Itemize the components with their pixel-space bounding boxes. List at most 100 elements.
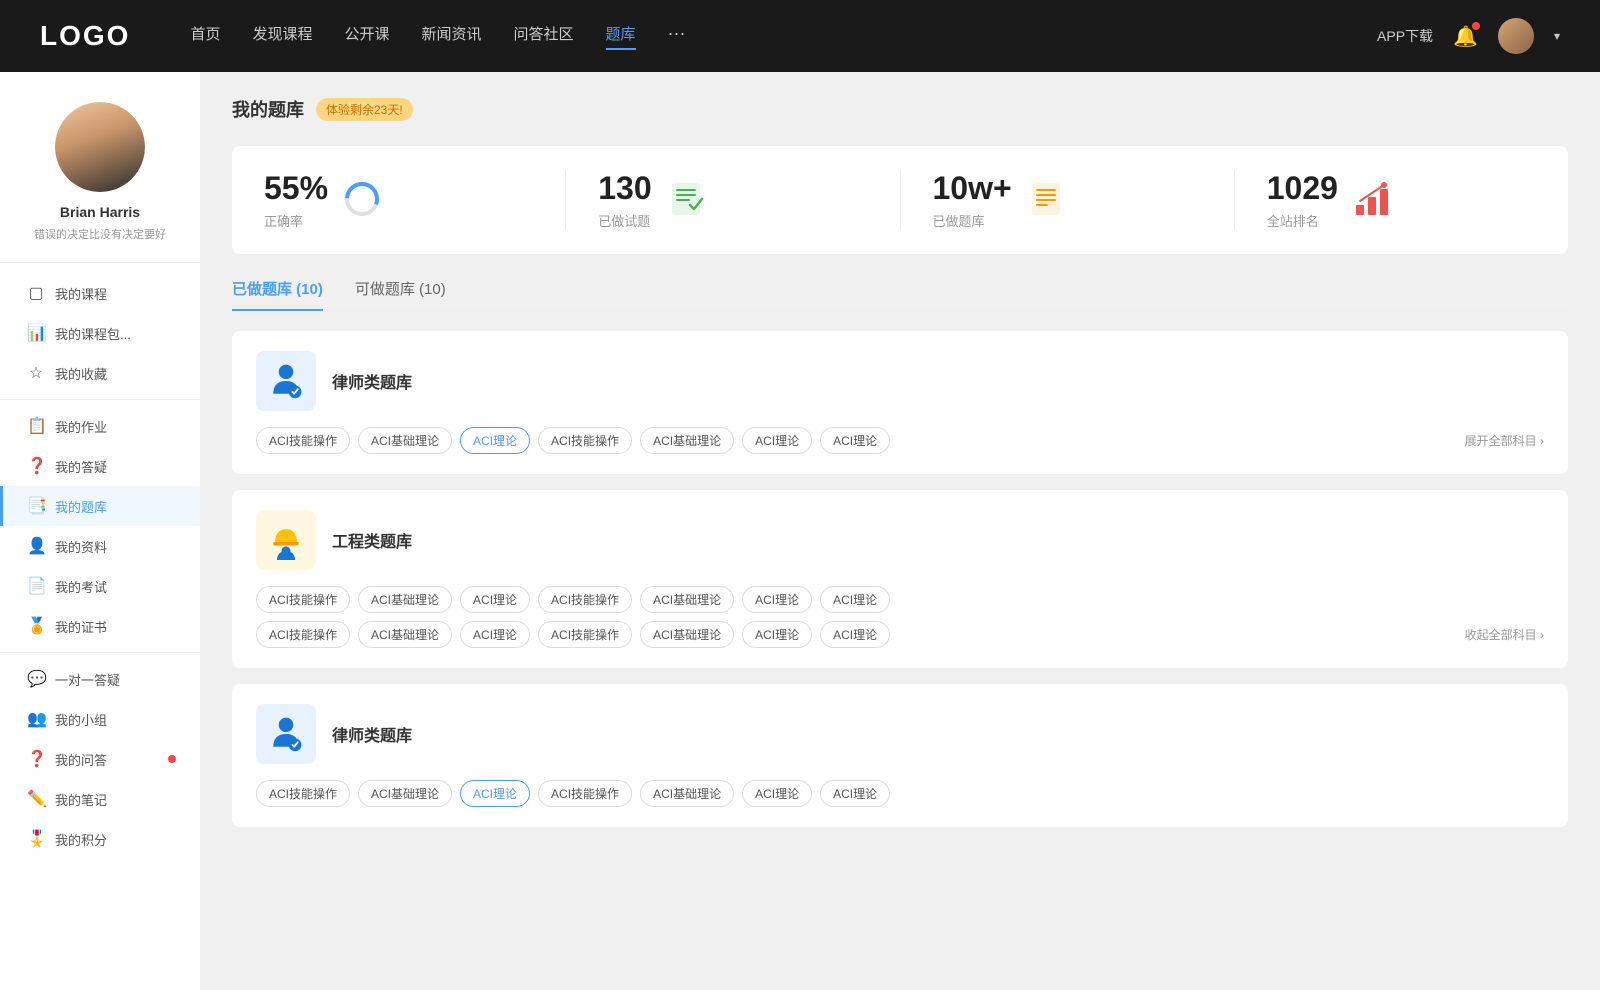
collapse-link[interactable]: 收起全部科目 › xyxy=(1465,626,1544,643)
tag[interactable]: ACI技能操作 xyxy=(256,621,350,648)
tag-active[interactable]: ACI理论 xyxy=(460,427,530,454)
tag[interactable]: ACI理论 xyxy=(460,586,530,613)
tag[interactable]: ACI基础理论 xyxy=(358,427,452,454)
stats-row: 55% 正确率 130 已做试题 xyxy=(232,146,1568,254)
tab-available-banks[interactable]: 可做题库 (10) xyxy=(355,278,446,311)
tag[interactable]: ACI技能操作 xyxy=(538,621,632,648)
tag[interactable]: ACI理论 xyxy=(820,621,890,648)
tag[interactable]: ACI基础理论 xyxy=(640,621,734,648)
sidebar-item-my-points[interactable]: 🎖️ 我的积分 xyxy=(0,819,200,859)
stat-value: 55% 正确率 xyxy=(264,170,328,230)
sidebar-item-my-homework[interactable]: 📋 我的作业 xyxy=(0,406,200,446)
exams-icon: 📄 xyxy=(27,576,45,596)
sidebar-item-my-notes[interactable]: ✏️ 我的笔记 xyxy=(0,779,200,819)
nav-discover[interactable]: 发现课程 xyxy=(252,23,312,50)
main-content: 我的题库 体验剩余23天! 55% 正确率 xyxy=(200,72,1600,990)
stat-value: 1029 全站排名 xyxy=(1267,170,1338,230)
unread-dot xyxy=(168,755,176,763)
tag-active[interactable]: ACI理论 xyxy=(460,780,530,807)
sidebar-item-one-on-one[interactable]: 💬 一对一答疑 xyxy=(0,659,200,699)
tag[interactable]: ACI基础理论 xyxy=(358,780,452,807)
points-icon: 🎖️ xyxy=(27,829,45,849)
sidebar-item-my-favorites[interactable]: ☆ 我的收藏 xyxy=(0,353,200,393)
avatar-image xyxy=(55,102,145,192)
sidebar: Brian Harris 错误的决定比没有决定要好 ▢ 我的课程 📊 我的课程包… xyxy=(0,72,200,990)
tag[interactable]: ACI技能操作 xyxy=(538,586,632,613)
bell-icon[interactable]: 🔔 xyxy=(1453,24,1478,49)
sidebar-item-label: 我的小组 xyxy=(55,710,107,729)
sidebar-item-label: 我的证书 xyxy=(55,617,107,636)
tag[interactable]: ACI理论 xyxy=(742,780,812,807)
sidebar-item-my-exams[interactable]: 📄 我的考试 xyxy=(0,566,200,606)
nav-news[interactable]: 新闻资讯 xyxy=(422,23,482,50)
stat-value: 130 已做试题 xyxy=(598,170,651,230)
qbank-title: 工程类题库 xyxy=(332,528,412,552)
courses-icon: ▢ xyxy=(27,283,45,303)
tag[interactable]: ACI基础理论 xyxy=(358,621,452,648)
answers-icon: ❓ xyxy=(27,749,45,769)
sidebar-item-label: 我的积分 xyxy=(55,830,107,849)
tag[interactable]: ACI技能操作 xyxy=(256,780,350,807)
sidebar-item-my-certs[interactable]: 🏅 我的证书 xyxy=(0,606,200,646)
qbank-title: 律师类题库 xyxy=(332,369,412,393)
sidebar-item-label: 我的答疑 xyxy=(55,457,107,476)
sidebar-item-my-group[interactable]: 👥 我的小组 xyxy=(0,699,200,739)
tag[interactable]: ACI基础理论 xyxy=(640,427,734,454)
stat-accuracy: 55% 正确率 xyxy=(232,170,566,230)
sidebar-item-label: 我的课程 xyxy=(55,284,107,303)
tab-done-banks[interactable]: 已做题库 (10) xyxy=(232,278,323,311)
navbar-right: APP下载 🔔 ▾ xyxy=(1377,18,1560,54)
tag[interactable]: ACI理论 xyxy=(742,621,812,648)
page-header: 我的题库 体验剩余23天! xyxy=(232,96,1568,122)
tag[interactable]: ACI理论 xyxy=(742,586,812,613)
sidebar-menu: ▢ 我的课程 📊 我的课程包... ☆ 我的收藏 📋 我的作业 ❓ 我的答疑 📑 xyxy=(0,273,200,859)
tag[interactable]: ACI基础理论 xyxy=(358,586,452,613)
sidebar-divider xyxy=(0,399,200,400)
qbank-header: 工程类题库 xyxy=(256,510,1544,570)
tag[interactable]: ACI理论 xyxy=(820,586,890,613)
sidebar-item-label: 我的资料 xyxy=(55,537,107,556)
qbank-icon: 📑 xyxy=(27,496,45,516)
tag[interactable]: ACI理论 xyxy=(820,427,890,454)
app-download-button[interactable]: APP下载 xyxy=(1377,26,1433,46)
nav-qa[interactable]: 问答社区 xyxy=(514,23,574,50)
homework-icon: 📋 xyxy=(27,416,45,436)
sidebar-item-my-answers[interactable]: ❓ 我的问答 xyxy=(0,739,200,779)
done-questions-icon xyxy=(668,181,704,220)
tag[interactable]: ACI理论 xyxy=(742,427,812,454)
sidebar-item-my-packages[interactable]: 📊 我的课程包... xyxy=(0,313,200,353)
qbank-card-engineer: 工程类题库 ACI技能操作 ACI基础理论 ACI理论 ACI技能操作 ACI基… xyxy=(232,490,1568,668)
chevron-down-icon[interactable]: ▾ xyxy=(1554,29,1560,43)
stat-rank: 1029 全站排名 xyxy=(1235,170,1568,230)
tag[interactable]: ACI基础理论 xyxy=(640,780,734,807)
tag[interactable]: ACI理论 xyxy=(820,780,890,807)
qbank-tags: ACI技能操作 ACI基础理论 ACI理论 ACI技能操作 ACI基础理论 AC… xyxy=(256,427,1544,454)
navbar-nav: 首页 发现课程 公开课 新闻资讯 问答社区 题库 ··· xyxy=(190,23,1377,50)
nav-open-course[interactable]: 公开课 xyxy=(344,23,389,50)
qbank-tags-row2: ACI技能操作 ACI基础理论 ACI理论 ACI技能操作 ACI基础理论 AC… xyxy=(256,621,1544,648)
tag[interactable]: ACI技能操作 xyxy=(256,427,350,454)
sidebar-motto: 错误的决定比没有决定要好 xyxy=(18,226,182,242)
rank-icon xyxy=(1354,181,1390,220)
tag[interactable]: ACI基础理论 xyxy=(640,586,734,613)
tag[interactable]: ACI技能操作 xyxy=(256,586,350,613)
expand-link[interactable]: 展开全部科目 › xyxy=(1465,432,1544,449)
tag[interactable]: ACI技能操作 xyxy=(538,427,632,454)
sidebar-item-my-qbank[interactable]: 📑 我的题库 xyxy=(0,486,200,526)
navbar-more[interactable]: ··· xyxy=(668,23,686,50)
qbank-card-lawyer2: 律师类题库 ACI技能操作 ACI基础理论 ACI理论 ACI技能操作 ACI基… xyxy=(232,684,1568,827)
sidebar-item-my-questions[interactable]: ❓ 我的答疑 xyxy=(0,446,200,486)
sidebar-profile: Brian Harris 错误的决定比没有决定要好 xyxy=(0,102,200,263)
nav-qbank[interactable]: 题库 xyxy=(606,23,636,50)
nav-home[interactable]: 首页 xyxy=(190,23,220,50)
tag[interactable]: ACI理论 xyxy=(460,621,530,648)
stat-done-questions: 130 已做试题 xyxy=(566,170,900,230)
sidebar-item-my-courses[interactable]: ▢ 我的课程 xyxy=(0,273,200,313)
accuracy-pie-icon xyxy=(344,181,380,220)
sidebar-item-label: 我的题库 xyxy=(55,497,107,516)
tag[interactable]: ACI技能操作 xyxy=(538,780,632,807)
sidebar-item-label: 一对一答疑 xyxy=(55,670,120,689)
user-avatar[interactable] xyxy=(1498,18,1534,54)
sidebar-item-my-info[interactable]: 👤 我的资料 xyxy=(0,526,200,566)
sidebar-item-label: 我的问答 xyxy=(55,750,107,769)
